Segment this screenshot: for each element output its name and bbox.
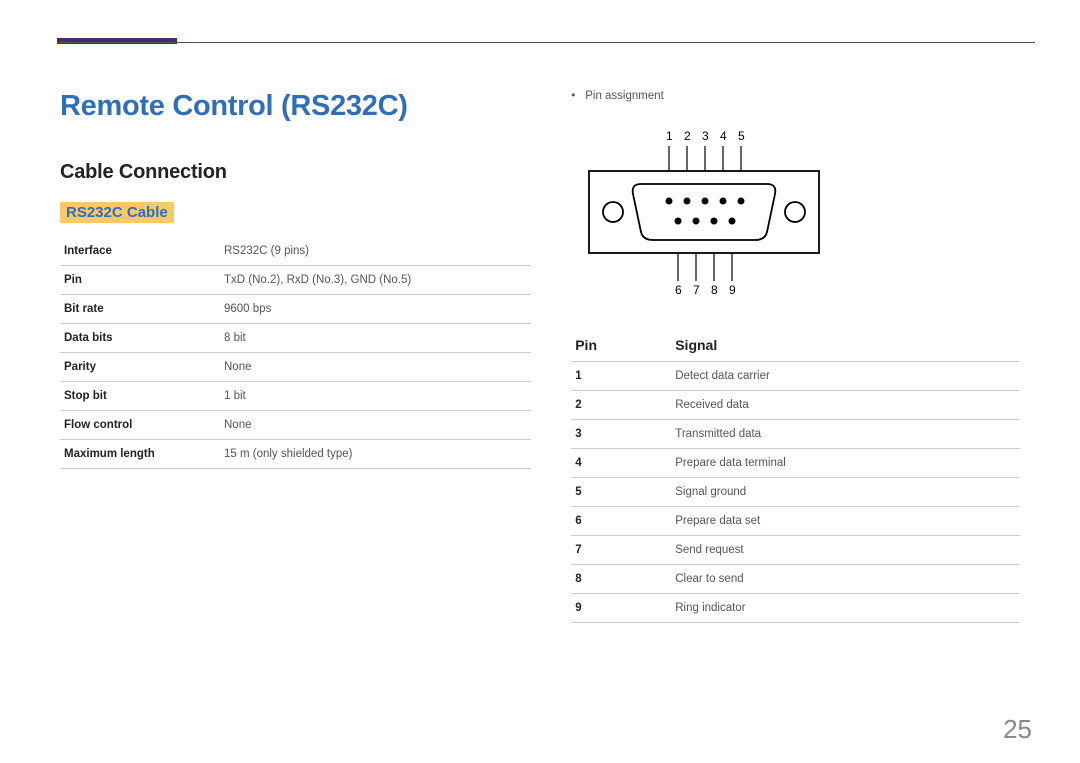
table-row: 9Ring indicator [571,594,1020,623]
pin-signal: Detect data carrier [671,362,1020,391]
table-row: Data bits8 bit [60,324,531,353]
pin-number: 3 [571,420,671,449]
spec-value: RS232C (9 pins) [220,237,531,266]
table-row: 1Detect data carrier [571,362,1020,391]
table-row: 2Received data [571,391,1020,420]
svg-text:5: 5 [738,129,745,143]
connector-diagram: 1 2 3 4 5 6 7 8 9 [571,126,831,301]
left-column: Remote Control (RS232C) Cable Connection… [60,90,531,623]
table-row: 6Prepare data set [571,507,1020,536]
spec-value: 1 bit [220,382,531,411]
spec-label: Parity [60,353,220,382]
pin-number: 9 [571,594,671,623]
spec-label: Bit rate [60,295,220,324]
table-row: 5Signal ground [571,478,1020,507]
pin-signal: Signal ground [671,478,1020,507]
svg-text:8: 8 [711,283,718,297]
spec-label: Stop bit [60,382,220,411]
page-title: Remote Control (RS232C) [60,90,531,123]
svg-text:4: 4 [720,129,727,143]
table-row: 3Transmitted data [571,420,1020,449]
pin-signal: Prepare data terminal [671,449,1020,478]
pin-signal: Ring indicator [671,594,1020,623]
page-number: 25 [1003,714,1032,745]
pin-signal-table: Pin Signal 1Detect data carrier2Received… [571,329,1020,623]
pin-signal: Clear to send [671,565,1020,594]
spec-value: 15 m (only shielded type) [220,440,531,469]
pin-signal: Prepare data set [671,507,1020,536]
table-row: Flow controlNone [60,411,531,440]
spec-label: Maximum length [60,440,220,469]
spec-value: TxD (No.2), RxD (No.3), GND (No.5) [220,266,531,295]
table-row: 8Clear to send [571,565,1020,594]
svg-text:2: 2 [684,129,691,143]
pin-signal: Transmitted data [671,420,1020,449]
pin-number: 4 [571,449,671,478]
table-row: Stop bit1 bit [60,382,531,411]
subsection-title: RS232C Cable [60,202,174,223]
signal-header: Signal [671,329,1020,362]
spec-label: Data bits [60,324,220,353]
spec-value: 9600 bps [220,295,531,324]
table-row: Bit rate9600 bps [60,295,531,324]
spec-value: None [220,353,531,382]
pin-number: 7 [571,536,671,565]
spec-label: Flow control [60,411,220,440]
spec-table: InterfaceRS232C (9 pins)PinTxD (No.2), R… [60,237,531,469]
table-row: 7Send request [571,536,1020,565]
svg-text:6: 6 [675,283,682,297]
pin-header: Pin [571,329,671,362]
table-row: ParityNone [60,353,531,382]
table-row: 4Prepare data terminal [571,449,1020,478]
pin-number: 8 [571,565,671,594]
right-column: •Pin assignment 1 2 3 4 5 6 7 8 9 [571,90,1020,623]
section-title: Cable Connection [60,161,531,184]
pin-number: 2 [571,391,671,420]
svg-text:1: 1 [666,129,673,143]
svg-text:3: 3 [702,129,709,143]
pin-signal: Received data [671,391,1020,420]
svg-text:9: 9 [729,283,736,297]
pin-number: 1 [571,362,671,391]
pin-number: 6 [571,507,671,536]
pin-signal: Send request [671,536,1020,565]
table-row: InterfaceRS232C (9 pins) [60,237,531,266]
spec-value: 8 bit [220,324,531,353]
spec-label: Pin [60,266,220,295]
table-row: Maximum length15 m (only shielded type) [60,440,531,469]
header-divider [57,42,1035,43]
spec-value: None [220,411,531,440]
table-row: PinTxD (No.2), RxD (No.3), GND (No.5) [60,266,531,295]
svg-text:7: 7 [693,283,700,297]
pin-number: 5 [571,478,671,507]
pin-assignment-label: •Pin assignment [571,90,1020,102]
spec-label: Interface [60,237,220,266]
header-accent-bar [57,38,177,44]
